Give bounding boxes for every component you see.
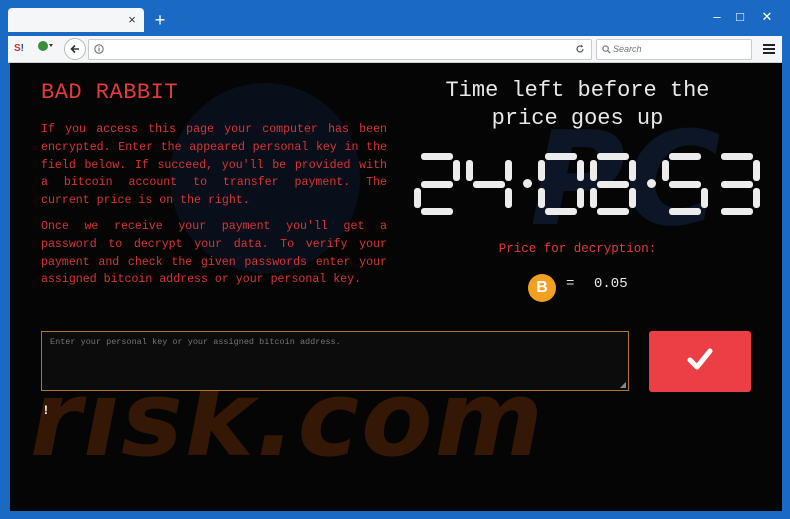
- hamburger-menu-icon[interactable]: [760, 39, 778, 59]
- timer-segment: [590, 187, 597, 208]
- timer-segment: [669, 208, 701, 215]
- site-logo-icon[interactable]: S!: [14, 39, 24, 59]
- timer-segment: [453, 160, 460, 181]
- instructions-paragraph-2: Once we receive your payment you'll get …: [41, 220, 387, 287]
- timer-segment: [597, 208, 629, 215]
- timer-segment: [577, 160, 584, 181]
- ransom-page: PC risk.com BAD RABBIT If you access thi…: [10, 63, 782, 511]
- new-tab-button[interactable]: +: [150, 10, 170, 30]
- timer-segment: [538, 187, 545, 208]
- timer-segment: [466, 160, 473, 181]
- timer-segment: [721, 180, 753, 188]
- equals-sign: =: [566, 276, 575, 292]
- timer-segment: [597, 180, 629, 188]
- timer-segment: [597, 153, 629, 160]
- timer-segment: [662, 160, 669, 181]
- page-title: BAD RABBIT: [41, 80, 179, 105]
- timer-digit: [590, 153, 638, 215]
- info-icon[interactable]: [94, 44, 104, 54]
- back-arrow-icon: [70, 44, 79, 54]
- timer-segment: [721, 153, 753, 160]
- price-label: Price for decryption:: [498, 242, 657, 256]
- maximize-button[interactable]: □: [729, 8, 751, 26]
- key-input-field[interactable]: ◢: [41, 331, 629, 391]
- checkmark-icon: [687, 348, 713, 370]
- resize-grip-icon[interactable]: ◢: [620, 380, 626, 389]
- timer-segment: [629, 160, 636, 181]
- submit-button[interactable]: [649, 331, 751, 392]
- instructions-paragraph-1: If you access this page your computer ha…: [41, 123, 387, 208]
- close-window-button[interactable]: ✕: [756, 8, 778, 26]
- timer-segment: [753, 160, 760, 181]
- navigation-toolbar: S!: [8, 36, 782, 63]
- timer-digit: [414, 153, 462, 215]
- browser-window: × + – □ ✕ S! PC risk.com BAD RABBIT If y: [0, 0, 790, 519]
- timer-separator: [523, 179, 532, 188]
- timer-segment: [421, 153, 453, 160]
- timer-separator: [647, 179, 656, 188]
- key-textarea[interactable]: [42, 332, 628, 390]
- tab-close-button[interactable]: ×: [124, 12, 140, 28]
- timer-segment: [669, 153, 701, 160]
- timer-digit: [466, 153, 514, 215]
- bitcoin-icon: B: [528, 274, 556, 302]
- search-bar[interactable]: [596, 39, 752, 60]
- timer-segment: [721, 208, 753, 215]
- minimize-button[interactable]: –: [706, 8, 728, 26]
- timer-digit: [714, 153, 762, 215]
- error-indicator: !: [42, 403, 50, 418]
- timer-segment: [473, 180, 505, 188]
- price-value: 0.05: [594, 276, 628, 292]
- timer-digit: [662, 153, 710, 215]
- timer-segment: [629, 187, 636, 208]
- timer-segment: [414, 187, 421, 208]
- timer-caption: Time left before the price goes up: [445, 78, 710, 131]
- timer-digit: [538, 153, 586, 215]
- search-input[interactable]: [613, 42, 743, 56]
- search-icon: [602, 45, 611, 54]
- timer-segment: [421, 208, 453, 215]
- timer-segment: [538, 160, 545, 181]
- back-button[interactable]: [64, 38, 86, 60]
- timer-segment: [505, 187, 512, 208]
- timer-segment: [545, 153, 577, 160]
- timer-segment: [753, 187, 760, 208]
- timer-segment: [421, 180, 453, 188]
- timer-segment: [545, 208, 577, 215]
- reload-icon[interactable]: [575, 44, 585, 54]
- timer-segment: [577, 187, 584, 208]
- browser-tab[interactable]: ×: [8, 8, 144, 32]
- url-bar[interactable]: [88, 39, 592, 60]
- timer-segment: [701, 187, 708, 208]
- shield-addon-icon[interactable]: [36, 39, 54, 59]
- timer-segment: [590, 160, 597, 181]
- timer-segment: [505, 160, 512, 181]
- timer-segment: [669, 180, 701, 188]
